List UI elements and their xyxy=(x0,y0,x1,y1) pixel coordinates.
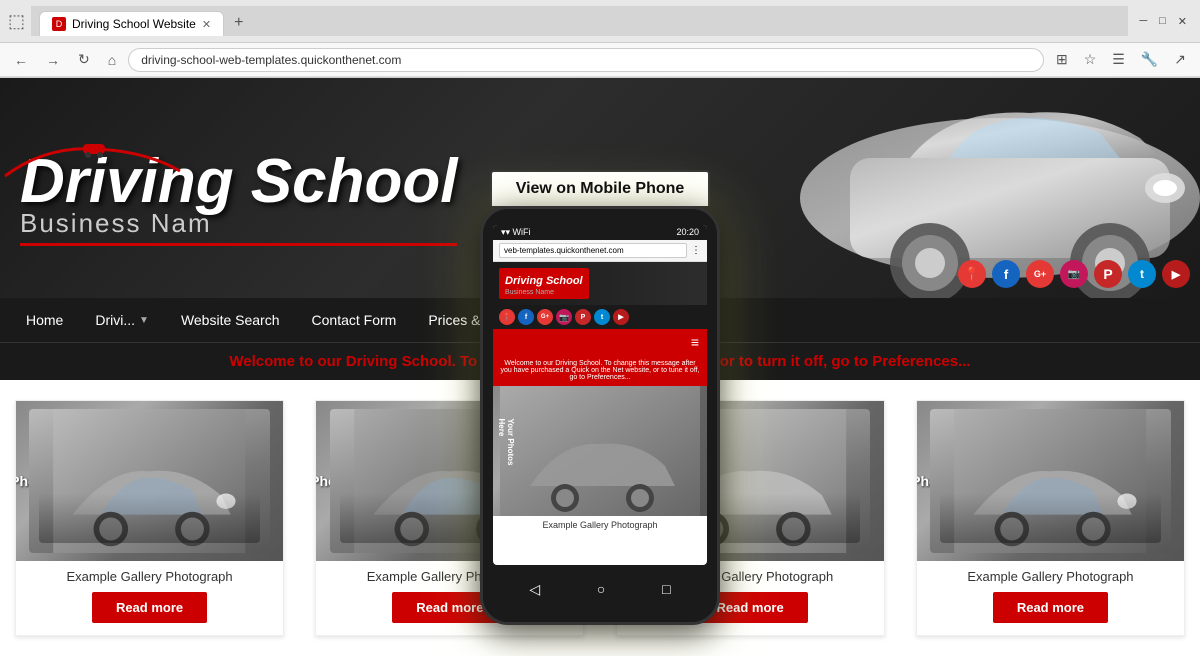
twitter-social-icon[interactable]: t xyxy=(1128,260,1156,288)
phone-logo-sub: Business Name xyxy=(505,289,583,296)
bookmarks-button[interactable]: ⊞ xyxy=(1050,47,1074,72)
phone-bottom-bar: ◁ ○ □ xyxy=(493,573,707,606)
forward-button[interactable]: → xyxy=(40,48,66,72)
phone-address-bar: veb-templates.quickonthenet.com ⋮ xyxy=(493,240,707,262)
tab-title: Driving School Website xyxy=(72,17,196,31)
phone-si-youtube: ▶ xyxy=(613,309,629,325)
bookmark-star-button[interactable]: ☆ xyxy=(1078,47,1103,72)
phone-social-icons: 📍 f G+ 📷 P t ▶ xyxy=(493,305,707,329)
phone-nav-bar: ≡ xyxy=(493,329,707,355)
phone-si-location: 📍 xyxy=(499,309,515,325)
window-action-buttons[interactable]: ─ □ ✕ xyxy=(1134,13,1192,30)
nav-driving[interactable]: Drivi... ▼ xyxy=(79,300,165,340)
phone-si-instagram: 📷 xyxy=(556,309,572,325)
phone-gallery-photo: Your Photos Here xyxy=(493,386,707,516)
address-bar: ← → ↻ ⌂ ⊞ ☆ ☰ 🔧 ↗ xyxy=(0,43,1200,77)
gallery-photo-1: Your Photos Here xyxy=(16,401,283,561)
hamburger-icon: ≡ xyxy=(691,334,699,350)
phone-square-icon: □ xyxy=(662,581,670,598)
instagram-social-icon[interactable]: 📷 xyxy=(1060,260,1088,288)
social-icons-bar: 📍 f G+ 📷 P t ▶ xyxy=(958,260,1190,288)
phone-si-facebook: f xyxy=(518,309,534,325)
phone-logo-text: Driving School xyxy=(505,275,583,287)
gallery-caption-4: Example Gallery Photograph xyxy=(917,561,1184,592)
read-more-button-4[interactable]: Read more xyxy=(993,592,1108,623)
close-button[interactable]: ✕ xyxy=(1173,13,1192,30)
facebook-social-icon[interactable]: f xyxy=(992,260,1020,288)
maximize-button[interactable]: □ xyxy=(1154,13,1171,30)
gallery-section: Your Photos Here xyxy=(0,380,1200,656)
nav-website-search[interactable]: Website Search xyxy=(165,300,296,340)
phone-menu-dots: ⋮ xyxy=(691,245,701,256)
reload-button[interactable]: ↻ xyxy=(72,47,96,72)
phone-logo-bg: Driving School Business Name xyxy=(499,268,589,299)
phone-home-icon: ○ xyxy=(597,581,605,598)
phone-back-icon: ◁ xyxy=(529,581,540,598)
phone-url: veb-templates.quickonthenet.com xyxy=(499,243,687,258)
car-image-4 xyxy=(930,409,1170,553)
phone-status-bar: ▾▾ WiFi 20:20 xyxy=(493,225,707,240)
header-logo: Driving School Business Nam xyxy=(0,131,457,246)
browser-action-buttons[interactable]: ⊞ ☆ ☰ 🔧 ↗ xyxy=(1050,47,1192,72)
active-tab[interactable]: D Driving School Website ✕ xyxy=(39,11,224,36)
gallery-photo-4: Your Photos Here xyxy=(917,401,1184,561)
mobile-view-label: View on Mobile Phone xyxy=(490,170,711,206)
home-button[interactable]: ⌂ xyxy=(102,48,122,72)
phone-screen: ▾▾ WiFi 20:20 veb-templates.quickonthene… xyxy=(493,225,707,565)
tab-favicon: D xyxy=(52,17,66,31)
phone-si-twitter: t xyxy=(594,309,610,325)
menu-button[interactable]: ☰ xyxy=(1106,47,1131,72)
logo-accent-line xyxy=(20,243,457,246)
youtube-social-icon[interactable]: ▶ xyxy=(1162,260,1190,288)
gallery-item-4: Your Photos Here xyxy=(916,400,1185,636)
mobile-overlay: View on Mobile Phone ▾▾ WiFi 20:20 veb-t… xyxy=(480,170,720,625)
back-button[interactable]: ← xyxy=(8,48,34,72)
location-social-icon[interactable]: 📍 xyxy=(958,260,986,288)
phone-time: 20:20 xyxy=(676,227,699,238)
phone-site-header: Driving School Business Name xyxy=(493,262,707,305)
nav-contact-form[interactable]: Contact Form xyxy=(296,300,413,340)
phone-gallery-caption: Example Gallery Photograph xyxy=(493,516,707,534)
gallery-caption-1: Example Gallery Photograph xyxy=(16,561,283,592)
gallery-item-1: Your Photos Here xyxy=(15,400,284,636)
dropdown-arrow-1: ▼ xyxy=(139,315,149,326)
pinterest-social-icon[interactable]: P xyxy=(1094,260,1122,288)
url-input[interactable] xyxy=(128,48,1044,72)
minimize-button[interactable]: ─ xyxy=(1134,13,1152,30)
phone-si-google: G+ xyxy=(537,309,553,325)
read-more-button-1[interactable]: Read more xyxy=(92,592,207,623)
google-plus-social-icon[interactable]: G+ xyxy=(1026,260,1054,288)
tab-close-button[interactable]: ✕ xyxy=(202,18,211,31)
share-button[interactable]: ↗ xyxy=(1168,47,1192,72)
extensions-button[interactable]: 🔧 xyxy=(1135,47,1164,72)
phone-gallery-label: Your Photos Here xyxy=(497,419,515,484)
new-tab-button[interactable]: + xyxy=(226,10,251,36)
logo-car-arc xyxy=(0,141,195,186)
phone-status-signals: ▾▾ WiFi xyxy=(501,227,531,238)
phone-frame: ▾▾ WiFi 20:20 veb-templates.quickonthene… xyxy=(480,206,720,625)
phone-si-pinterest: P xyxy=(575,309,591,325)
window-controls[interactable]: ⬚ xyxy=(8,11,25,32)
phone-welcome-text: Welcome to our Driving School. To change… xyxy=(493,355,707,386)
car-image-1 xyxy=(29,409,269,553)
nav-home[interactable]: Home xyxy=(10,300,79,340)
